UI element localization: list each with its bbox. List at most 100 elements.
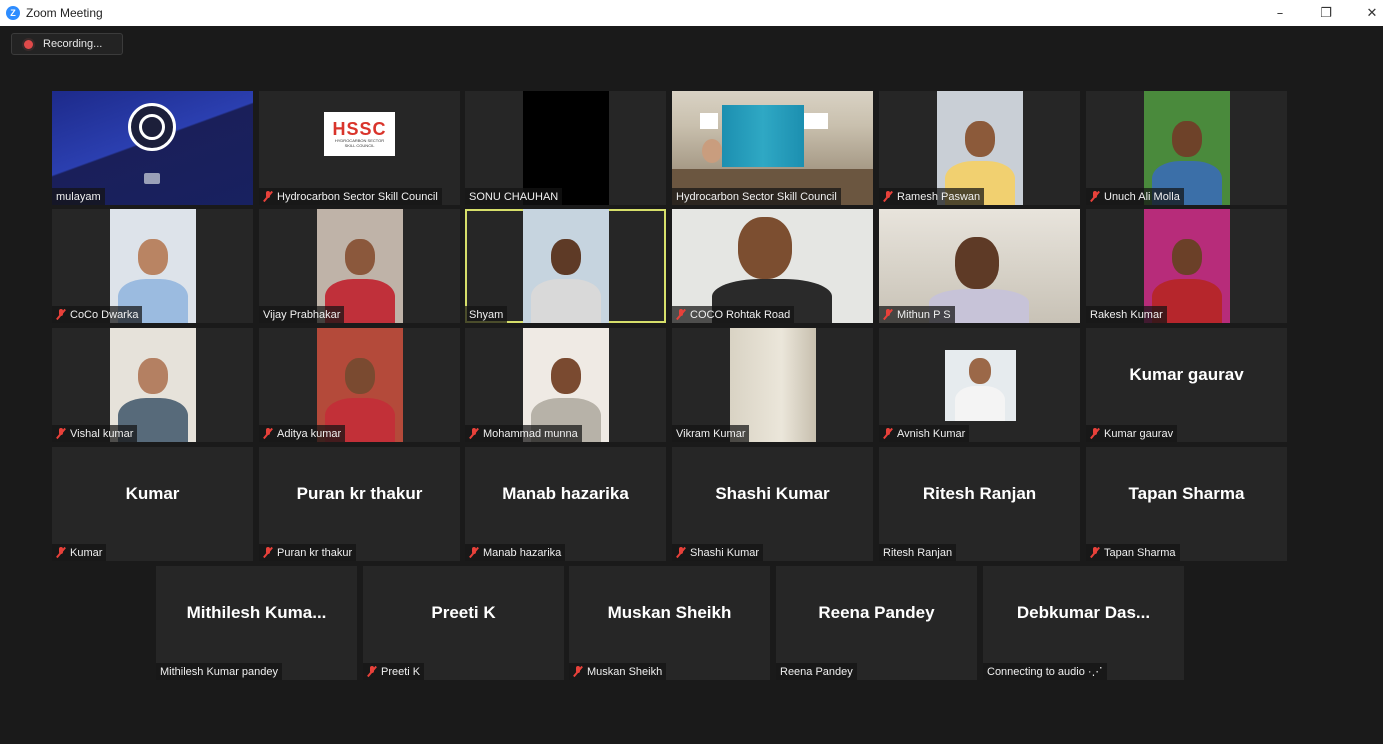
participant-display-name: Kumar xyxy=(125,484,180,503)
participant-name-tag: Puran kr thakur xyxy=(259,544,357,561)
participant-name-tag: Ramesh Paswan xyxy=(879,188,985,205)
restore-button[interactable]: ❐ xyxy=(1303,0,1349,26)
participant-name-label: Shashi Kumar xyxy=(690,546,760,559)
participant-name-label: Rakesh Kumar xyxy=(1090,308,1163,321)
participant-tile[interactable]: Hydrocarbon Sector Skill Council xyxy=(672,91,873,205)
participant-name-tag: Vijay Prabhakar xyxy=(259,306,345,323)
mic-muted-icon xyxy=(883,191,893,202)
participant-name-tag: Reena Pandey xyxy=(776,663,857,680)
participant-tile[interactable]: HSSC HYDROCARBON SECTOR SKILL COUNCIL Hydr… xyxy=(259,91,460,205)
participant-name-label: Unuch Ali Molla xyxy=(1104,190,1180,203)
participant-name-label: Reena Pandey xyxy=(780,665,853,678)
participant-name-label: COCO Rohtak Road xyxy=(690,308,791,321)
participant-display-name: Reena Pandey xyxy=(818,603,935,622)
mic-muted-icon xyxy=(883,309,893,320)
participant-display-name: Kumar gaurav xyxy=(1129,365,1244,384)
participant-tile[interactable]: Mithilesh Kuma... Mithilesh Kumar pandey xyxy=(156,566,357,680)
window-controls: – ❐ ✕ xyxy=(1257,0,1395,26)
participant-tile[interactable]: Preeti K Preeti K xyxy=(363,566,564,680)
recording-indicator[interactable]: Recording... xyxy=(11,33,123,55)
participant-name-tag: Manab hazarika xyxy=(465,544,566,561)
participant-tile[interactable]: Vijay Prabhakar xyxy=(259,209,460,323)
mic-muted-icon xyxy=(56,547,66,558)
participant-tile[interactable]: Ritesh Ranjan Ritesh Ranjan xyxy=(879,447,1080,561)
participant-tile[interactable]: Aditya kumar xyxy=(259,328,460,442)
participant-tile[interactable]: Reena Pandey Reena Pandey xyxy=(776,566,977,680)
window-edge xyxy=(1383,26,1395,744)
participant-tile[interactable]: SONU CHAUHAN xyxy=(465,91,666,205)
participant-tile[interactable]: Vikram Kumar xyxy=(672,328,873,442)
participant-name-label: SONU CHAUHAN xyxy=(469,190,559,203)
participant-name-label: Connecting to audio ·⋰ xyxy=(987,666,1103,678)
participant-tile[interactable]: Unuch Ali Molla xyxy=(1086,91,1287,205)
participant-name-label: Muskan Sheikh xyxy=(587,665,663,678)
participant-tile[interactable]: COCO Rohtak Road xyxy=(672,209,873,323)
participant-tile[interactable]: Mithun P S xyxy=(879,209,1080,323)
mic-muted-icon xyxy=(1090,547,1100,558)
mic-muted-icon xyxy=(56,428,66,439)
participant-name-tag: Hydrocarbon Sector Skill Council xyxy=(259,188,442,205)
participant-tile[interactable]: Rakesh Kumar xyxy=(1086,209,1287,323)
hssc-logo-text: HSSC xyxy=(332,119,387,139)
participant-tile[interactable]: Shyam xyxy=(465,209,666,323)
participant-tile[interactable]: Ramesh Paswan xyxy=(879,91,1080,205)
mic-muted-icon xyxy=(676,547,686,558)
participant-name-tag: SONU CHAUHAN xyxy=(465,188,563,205)
minimize-button[interactable]: – xyxy=(1257,0,1303,26)
participant-tile[interactable]: Avnish Kumar xyxy=(879,328,1080,442)
participant-name-label: Aditya kumar xyxy=(277,427,342,440)
participant-display-name: Muskan Sheikh xyxy=(607,603,732,622)
mic-muted-icon xyxy=(1090,428,1100,439)
participant-display-name: Mithilesh Kuma... xyxy=(186,603,327,622)
participant-name-label: Hydrocarbon Sector Skill Council xyxy=(676,190,837,203)
participant-name-tag: COCO Rohtak Road xyxy=(672,306,795,323)
participant-tile[interactable]: Vishal kumar xyxy=(52,328,253,442)
participant-name-tag: Aditya kumar xyxy=(259,425,346,442)
participant-name-label: Vijay Prabhakar xyxy=(263,308,341,321)
participant-name-tag: Rakesh Kumar xyxy=(1086,306,1167,323)
mic-muted-icon xyxy=(1090,191,1100,202)
participant-tile[interactable]: Manab hazarika Manab hazarika xyxy=(465,447,666,561)
participant-name-label: Kumar xyxy=(70,546,103,559)
participant-tile[interactable]: mulayam xyxy=(52,91,253,205)
participant-tile[interactable]: Debkumar Das... Connecting to audio ·⋰ xyxy=(983,566,1184,680)
participant-name-tag: Ritesh Ranjan xyxy=(879,544,957,561)
participant-tile[interactable]: Kumar gaurav Kumar gaurav xyxy=(1086,328,1287,442)
participant-tile[interactable]: CoCo Dwarka xyxy=(52,209,253,323)
participant-name-label: Vikram Kumar xyxy=(676,427,746,440)
participant-name-tag: Shashi Kumar xyxy=(672,544,764,561)
participant-name-label: Vishal kumar xyxy=(70,427,134,440)
participant-tile[interactable]: Tapan Sharma Tapan Sharma xyxy=(1086,447,1287,561)
mic-muted-icon xyxy=(469,428,479,439)
participant-name-label: Mohammad munna xyxy=(483,427,578,440)
mic-muted-icon xyxy=(469,547,479,558)
participant-name-tag: CoCo Dwarka xyxy=(52,306,143,323)
participant-name-tag: Avnish Kumar xyxy=(879,425,970,442)
mic-muted-icon xyxy=(263,191,273,202)
participant-name-tag: Preeti K xyxy=(363,663,425,680)
participant-tile[interactable]: Muskan Sheikh Muskan Sheikh xyxy=(569,566,770,680)
participant-display-name: Manab hazarika xyxy=(502,484,629,503)
participant-name-tag: Vikram Kumar xyxy=(672,425,750,442)
participant-display-name: Puran kr thakur xyxy=(296,484,423,503)
participant-name-label: Preeti K xyxy=(381,665,421,678)
close-button[interactable]: ✕ xyxy=(1349,0,1395,26)
participant-name-tag: Kumar xyxy=(52,544,107,561)
participant-tile[interactable]: Kumar Kumar xyxy=(52,447,253,561)
participant-name-label: Hydrocarbon Sector Skill Council xyxy=(277,190,438,203)
participant-tile[interactable]: Puran kr thakur Puran kr thakur xyxy=(259,447,460,561)
participant-display-name: Debkumar Das... xyxy=(1016,603,1151,622)
participant-tile[interactable]: Shashi Kumar Shashi Kumar xyxy=(672,447,873,561)
hssc-logo: HSSC HYDROCARBON SECTOR SKILL COUNCIL xyxy=(324,112,395,156)
participant-name-label: Shyam xyxy=(469,308,504,321)
participant-name-label: Kumar gaurav xyxy=(1104,427,1174,440)
participant-name-label: Ramesh Paswan xyxy=(897,190,981,203)
participant-name-label: Tapan Sharma xyxy=(1104,546,1176,559)
participant-name-label: Avnish Kumar xyxy=(897,427,966,440)
participant-name-label: Puran kr thakur xyxy=(277,546,353,559)
participant-name-tag: Mithun P S xyxy=(879,306,955,323)
participant-tile[interactable]: Mohammad munna xyxy=(465,328,666,442)
mic-muted-icon xyxy=(883,428,893,439)
participant-name-tag: Muskan Sheikh xyxy=(569,663,667,680)
participant-name-tag: Kumar gaurav xyxy=(1086,425,1178,442)
